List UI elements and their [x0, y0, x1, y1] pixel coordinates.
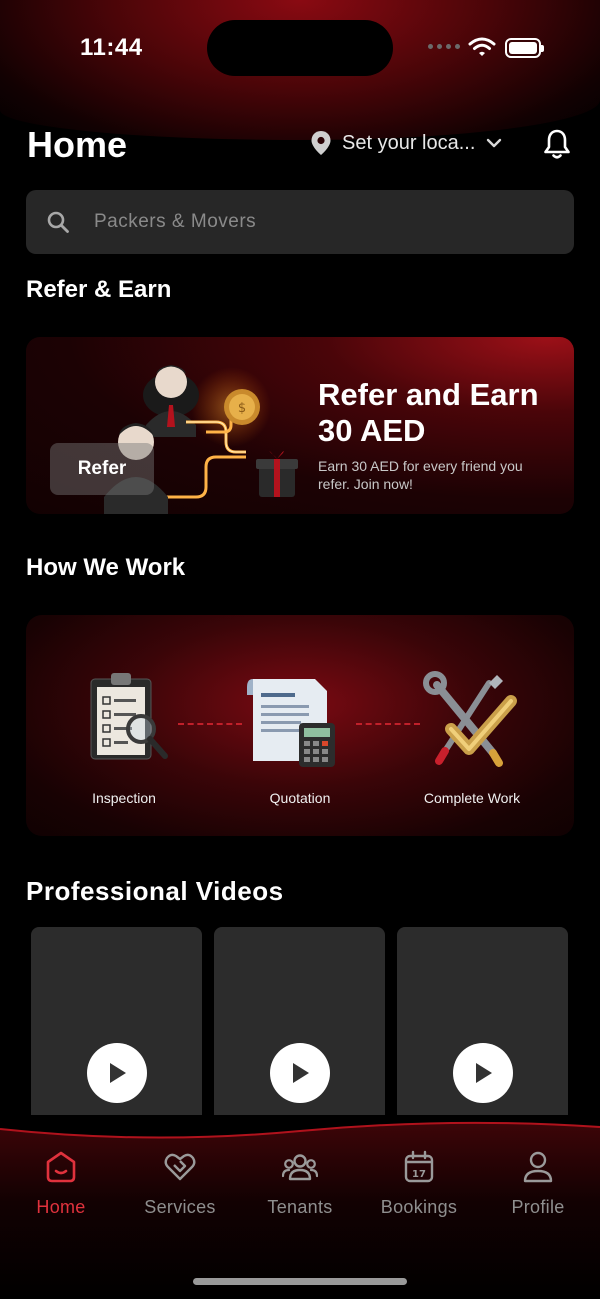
- chevron-down-icon: [487, 138, 502, 148]
- clipboard-magnifier-icon: [90, 673, 168, 760]
- status-bar: 11:44: [0, 0, 600, 96]
- receipt-calculator-icon: [247, 679, 335, 767]
- bell-icon[interactable]: [542, 128, 572, 160]
- play-icon: [110, 1063, 126, 1083]
- video-card[interactable]: [31, 927, 202, 1147]
- location-pin-icon: [311, 131, 331, 155]
- status-time: 11:44: [80, 34, 143, 61]
- step-label-complete-work: Complete Work: [423, 790, 521, 806]
- play-button[interactable]: [87, 1043, 147, 1103]
- location-label: Set your loca...: [342, 131, 476, 154]
- search-input[interactable]: Packers & Movers: [26, 190, 574, 254]
- battery-icon: [505, 38, 544, 58]
- tab-label-services: Services: [144, 1197, 216, 1217]
- step-inspection: Inspection: [59, 665, 189, 806]
- tools-check-icon: [423, 671, 517, 767]
- dynamic-island: [207, 20, 393, 76]
- tab-label-profile: Profile: [511, 1197, 565, 1217]
- signal-icon: [428, 44, 460, 49]
- calendar-icon-day: 17: [412, 1169, 426, 1180]
- search-icon: [47, 211, 69, 233]
- svg-text:$: $: [238, 401, 246, 416]
- tab-services[interactable]: Services: [120, 1150, 240, 1218]
- step-complete-work: Complete Work: [407, 665, 537, 806]
- play-icon: [476, 1063, 492, 1083]
- search-placeholder: Packers & Movers: [94, 211, 257, 232]
- page-title: Home: [27, 124, 128, 165]
- refer-banner[interactable]: $ Refer Refer and Earn 30 AED Earn 30 AE…: [26, 337, 574, 514]
- tab-home[interactable]: Home: [1, 1150, 121, 1218]
- refer-subtext: Earn 30 AED for every friend you refer. …: [318, 458, 523, 492]
- how-we-work-card: Inspection Quotation Complete Work: [26, 615, 574, 836]
- tab-label-home: Home: [36, 1197, 86, 1217]
- tab-label-bookings: Bookings: [380, 1197, 458, 1217]
- step-quotation: Quotation: [235, 665, 365, 806]
- play-button[interactable]: [270, 1043, 330, 1103]
- bottom-tab-bar: Home Services Tenants 17 Bookings Profil…: [0, 1115, 600, 1299]
- handshake-icon: [164, 1153, 196, 1181]
- play-button[interactable]: [453, 1043, 513, 1103]
- home-indicator: [193, 1278, 407, 1285]
- step-connector: [178, 723, 242, 725]
- video-card[interactable]: [214, 927, 385, 1147]
- person-icon: [523, 1151, 553, 1183]
- step-label-inspection: Inspection: [92, 790, 156, 806]
- video-card[interactable]: [397, 927, 568, 1147]
- refer-button[interactable]: Refer: [50, 443, 154, 495]
- wifi-icon: [468, 37, 496, 56]
- refer-headline: Refer and Earn 30 AED: [318, 377, 539, 448]
- videos-section-title: Professional Videos: [26, 876, 284, 906]
- users-icon: [281, 1154, 319, 1181]
- location-selector[interactable]: Set your loca...: [310, 130, 503, 156]
- play-icon: [293, 1063, 309, 1083]
- calendar-icon: 17: [404, 1150, 434, 1183]
- tab-label-tenants: Tenants: [267, 1197, 333, 1217]
- tab-tenants[interactable]: Tenants: [240, 1150, 360, 1218]
- refer-section-title: Refer & Earn: [26, 276, 172, 303]
- how-we-work-title: How We Work: [26, 554, 186, 581]
- tab-bookings[interactable]: 17 Bookings: [359, 1150, 479, 1218]
- home-icon: [46, 1151, 76, 1183]
- step-label-quotation: Quotation: [269, 790, 331, 806]
- tab-profile[interactable]: Profile: [478, 1150, 598, 1218]
